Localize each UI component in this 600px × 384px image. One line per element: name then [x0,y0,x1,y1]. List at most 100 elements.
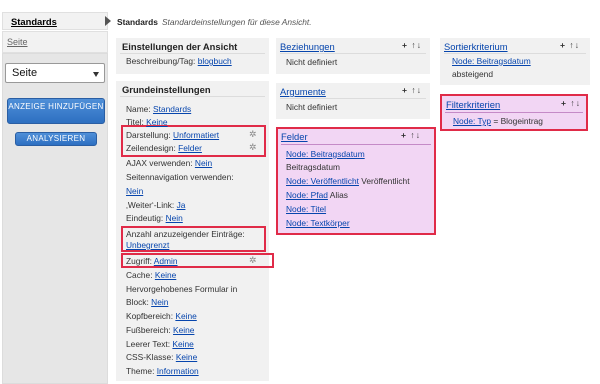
sort-icon[interactable]: ↑↓ [570,98,581,108]
css-row: CSS-Klasse: Keine [126,352,197,362]
field-text: Beitragsdatum [286,162,340,172]
field-row: Node: Pfad Alias [286,190,348,200]
css-link[interactable]: Keine [176,352,197,362]
field-row: Beitragsdatum [286,162,340,172]
fields-title[interactable]: Felder [281,131,308,142]
display-tab-seite-label[interactable]: Seite [7,37,28,47]
zugriff-link[interactable]: Admin [154,256,178,266]
kopf-row: Kopfbereich: Keine [126,311,197,321]
display-tab-standards[interactable]: Standards [2,12,108,30]
kopf-label: Kopfbereich: [126,311,174,321]
gear-icon[interactable]: ✲ [249,130,258,139]
display-tab-seite[interactable]: Seite [2,31,108,53]
zugriff-row: Zugriff: Admin [126,256,178,266]
eindeutig-label: Eindeutig: [126,213,164,223]
arguments-box: Argumente + ↑↓ Nicht definiert [276,83,430,119]
cache-row: Cache: Keine [126,270,176,280]
relationships-controls: + ↑↓ [402,40,422,50]
sort-icon[interactable]: ↑↓ [411,40,422,50]
basic-settings-title: Grundeinstellungen [122,84,211,95]
gear-icon[interactable]: ✲ [249,256,258,265]
field-link[interactable]: Node: Pfad [286,190,328,200]
leer-link[interactable]: Keine [172,339,193,349]
eindeutig-link[interactable]: Nein [166,213,183,223]
hervor-link[interactable]: Nein [151,297,168,307]
darstellung-label: Darstellung: [126,130,171,140]
add-display-button[interactable]: ANZEIGE HINZUFÜGEN [7,98,105,124]
field-row: Node: Titel [286,204,326,214]
divider [120,53,265,54]
ajax-link[interactable]: Nein [195,158,212,168]
field-row: Node: Beitragsdatum [286,149,365,159]
zeilendesign-row: Zeilendesign: Felder [126,143,202,153]
relationships-title[interactable]: Beziehungen [280,41,335,52]
field-link[interactable]: Node: Beitragsdatum [286,149,365,159]
sort-title[interactable]: Sortierkriterium [444,41,508,52]
filter-title[interactable]: Filterkriterien [446,99,500,110]
anzahl-row: Anzahl anzuzeigender Einträge: [126,229,245,239]
description-label: Beschreibung/Tag: [126,56,196,66]
weiter-link[interactable]: Ja [177,200,186,210]
display-tab-standards-label[interactable]: Standards [11,16,57,27]
fuss-row: Fußbereich: Keine [126,325,194,335]
theme-link[interactable]: Information [157,366,199,376]
arguments-controls: + ↑↓ [402,85,422,95]
seitennav-link[interactable]: Nein [126,186,143,196]
plus-icon[interactable]: + [560,40,566,50]
arguments-empty: Nicht definiert [286,102,338,112]
plus-icon[interactable]: + [401,130,407,140]
description-link[interactable]: blogbuch [198,56,232,66]
gear-icon[interactable]: ✲ [249,143,258,152]
sort-box: Sortierkriterium + ↑↓ Node: Beitragsdatu… [440,38,590,85]
sort-link[interactable]: Node: Beitragsdatum [452,56,531,66]
divider [444,53,586,54]
fuss-link[interactable]: Keine [173,325,194,335]
hervor-value-row: Block: Nein [126,297,168,307]
titel-label: Titel: [126,117,144,127]
field-row: Node: Veröffentlicht Veröffentlicht [286,176,410,186]
cache-label: Cache: [126,270,153,280]
weiter-label: ‚Weiter‘-Link: [126,200,175,210]
theme-label: Theme: [126,366,155,376]
plus-icon[interactable]: + [561,98,567,108]
divider [120,96,265,97]
page-subtitle: Standardeinstellungen für diese Ansicht. [161,17,312,27]
sort-icon[interactable]: ↑↓ [411,85,422,95]
leer-row: Leerer Text: Keine [126,339,194,349]
sort-direction: absteigend [452,69,493,79]
name-link[interactable]: Standards [153,104,191,114]
kopf-link[interactable]: Keine [175,311,196,321]
relationships-empty: Nicht definiert [286,57,338,67]
cache-link[interactable]: Keine [155,270,176,280]
field-link[interactable]: Node: Titel [286,204,326,214]
darstellung-link[interactable]: Unformatiert [173,130,219,140]
display-type-select[interactable]: Seite [5,63,105,83]
field-link[interactable]: Node: Veröffentlicht [286,176,359,186]
analyze-button[interactable]: ANALYSIEREN [15,132,97,146]
filter-row: Node: Typ = Blogeintrag [453,116,543,126]
arguments-title[interactable]: Argumente [280,86,326,97]
field-link[interactable]: Node: Textkörper [286,218,350,228]
tab-arrow-icon [105,16,111,26]
fuss-label: Fußbereich: [126,325,171,335]
field-text: Alias [327,190,348,200]
anzahl-value-row: Unbegrenzt [126,240,169,250]
filter-controls: + ↑↓ [561,98,581,108]
divider [280,53,426,54]
zugriff-label: Zugriff: [126,256,152,266]
plus-icon[interactable]: + [402,40,408,50]
zeilendesign-link[interactable]: Felder [178,143,202,153]
page-title: Standards [117,17,158,27]
sort-icon[interactable]: ↑↓ [410,130,421,140]
filter-link[interactable]: Node: Typ [453,116,491,126]
divider [280,98,426,99]
divider [281,144,431,145]
titel-link[interactable]: Keine [146,117,167,127]
hervor-label: Hervorgehobenes Formular in [126,284,238,294]
anzahl-label: Anzahl anzuzeigender Einträge: [126,229,245,239]
sort-icon[interactable]: ↑↓ [569,40,580,50]
anzahl-link[interactable]: Unbegrenzt [126,240,169,250]
plus-icon[interactable]: + [402,85,408,95]
eindeutig-row: Eindeutig: Nein [126,213,183,223]
field-row: Node: Textkörper [286,218,350,228]
